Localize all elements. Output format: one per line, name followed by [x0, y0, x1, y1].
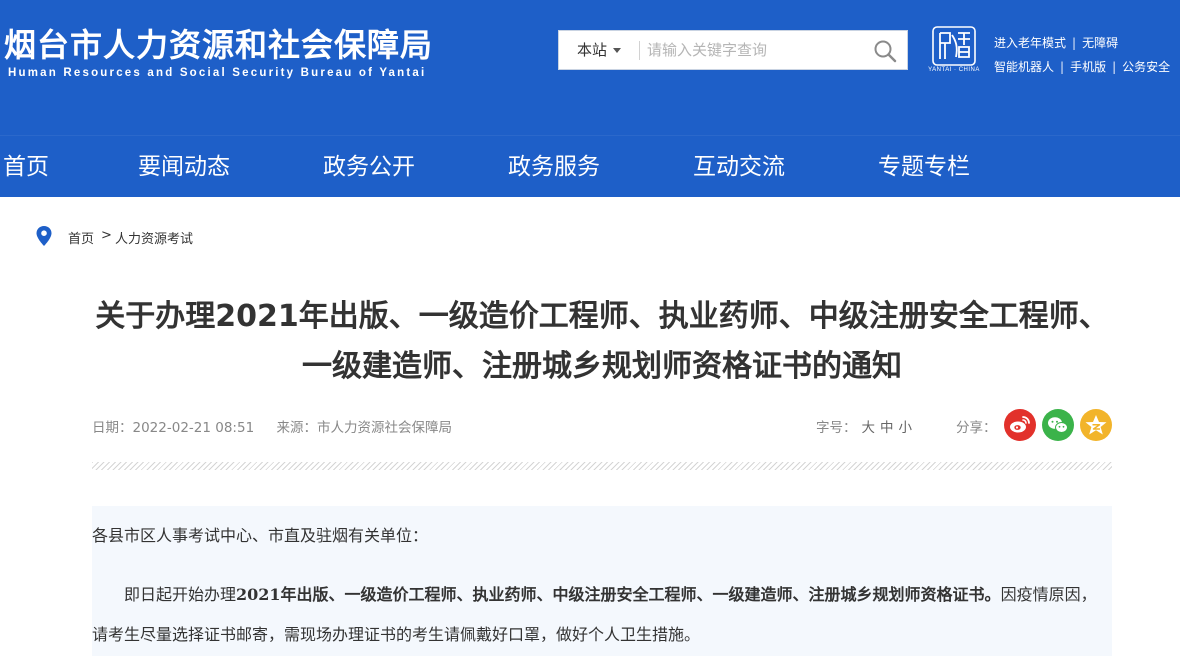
- publish-date: 2022-02-21 08:51: [132, 420, 255, 436]
- search-input[interactable]: [647, 32, 857, 68]
- smart-robot-link[interactable]: 智能机器人: [994, 60, 1054, 74]
- paragraph-bold-text: 2021年出版、一级造价工程师、执业药师、中级注册安全工程师、一级建造师、注册城…: [236, 585, 1001, 604]
- article-paragraph: 即日起开始办理2021年出版、一级造价工程师、执业药师、中级注册安全工程师、一级…: [92, 575, 1112, 655]
- site-header: 烟台市人力资源和社会保障局 Human Resources and Social…: [0, 0, 1180, 135]
- font-size-medium-button[interactable]: 中: [880, 420, 894, 436]
- share-wechat-button[interactable]: [1042, 409, 1074, 441]
- article-source: 市人力资源社会保障局: [316, 420, 452, 436]
- chevron-down-icon: [613, 48, 622, 53]
- nav-item-news[interactable]: 要闻动态: [138, 136, 230, 198]
- date-label: 日期：: [92, 420, 133, 436]
- breadcrumb-home-link[interactable]: 首页: [68, 228, 94, 247]
- nav-item-interaction[interactable]: 互动交流: [693, 136, 785, 198]
- share-qzone-button[interactable]: [1080, 409, 1112, 441]
- site-title: 烟台市人力资源和社会保障局: [4, 26, 434, 64]
- nav-item-gov-affairs[interactable]: 政务公开: [323, 136, 415, 198]
- breadcrumb-separator: >: [101, 228, 112, 243]
- link-separator: |: [1072, 36, 1077, 50]
- link-separator: |: [1060, 60, 1065, 74]
- article-meta: 日期：2022-02-21 08:51 来源：市人力资源社会保障局: [92, 416, 452, 436]
- top-links: 进入老年模式 | 无障碍 智能机器人 | 手机版 | 公务安全: [994, 31, 1170, 79]
- paragraph-intro: 即日起开始办理: [124, 585, 237, 604]
- top-links-row-1: 进入老年模式 | 无障碍: [994, 31, 1170, 55]
- font-size-small-button[interactable]: 小: [899, 420, 913, 436]
- search-scope-label: 本站: [577, 41, 608, 59]
- breadcrumb-current-link[interactable]: 人力资源考试: [115, 228, 193, 247]
- article-title: 关于办理2021年出版、一级造价工程师、执业药师、中级注册安全工程师、一级建造师…: [95, 299, 1109, 384]
- mobile-version-link[interactable]: 手机版: [1070, 60, 1106, 74]
- title-divider: [92, 462, 1112, 470]
- top-links-row-2: 智能机器人 | 手机版 | 公务安全: [994, 55, 1170, 79]
- nav-item-home[interactable]: 首页: [3, 136, 49, 198]
- weibo-icon: [1010, 416, 1030, 433]
- font-size-label: 字号：: [816, 420, 857, 436]
- font-size-switcher: 字号： 大中小: [816, 416, 912, 436]
- yantai-china-logo: YANTAI · CHINA: [928, 25, 980, 77]
- elderly-mode-link[interactable]: 进入老年模式: [994, 36, 1066, 50]
- search-scope-select[interactable]: 本站: [577, 31, 622, 69]
- font-size-large-button[interactable]: 大: [862, 420, 876, 436]
- article-content: 各县市区人事考试中心、市直及驻烟有关单位： 即日起开始办理2021年出版、一级造…: [92, 506, 1112, 656]
- article-greeting: 各县市区人事考试中心、市直及驻烟有关单位：: [92, 526, 429, 545]
- link-separator: |: [1112, 60, 1117, 74]
- public-security-link[interactable]: 公务安全: [1122, 60, 1170, 74]
- search-button[interactable]: [871, 37, 899, 65]
- nav-item-gov-services[interactable]: 政务服务: [508, 136, 600, 198]
- share-label: 分享：: [956, 420, 997, 436]
- logo-caption: YANTAI · CHINA: [928, 67, 980, 73]
- site-subtitle: Human Resources and Social Security Bure…: [8, 67, 427, 79]
- share-weibo-button[interactable]: [1004, 409, 1036, 441]
- accessibility-link[interactable]: 无障碍: [1082, 36, 1118, 50]
- nav-item-special-topics[interactable]: 专题专栏: [878, 136, 970, 198]
- search-icon: [874, 40, 897, 63]
- main-nav: 首页 要闻动态 政务公开 政务服务 互动交流 专题专栏: [0, 135, 1180, 197]
- search-divider: [639, 41, 640, 60]
- wechat-icon: [1048, 417, 1068, 433]
- location-pin-icon: [36, 226, 52, 246]
- qzone-icon: [1085, 415, 1107, 435]
- search-box: 本站: [558, 30, 908, 70]
- source-label: 来源：: [276, 420, 317, 436]
